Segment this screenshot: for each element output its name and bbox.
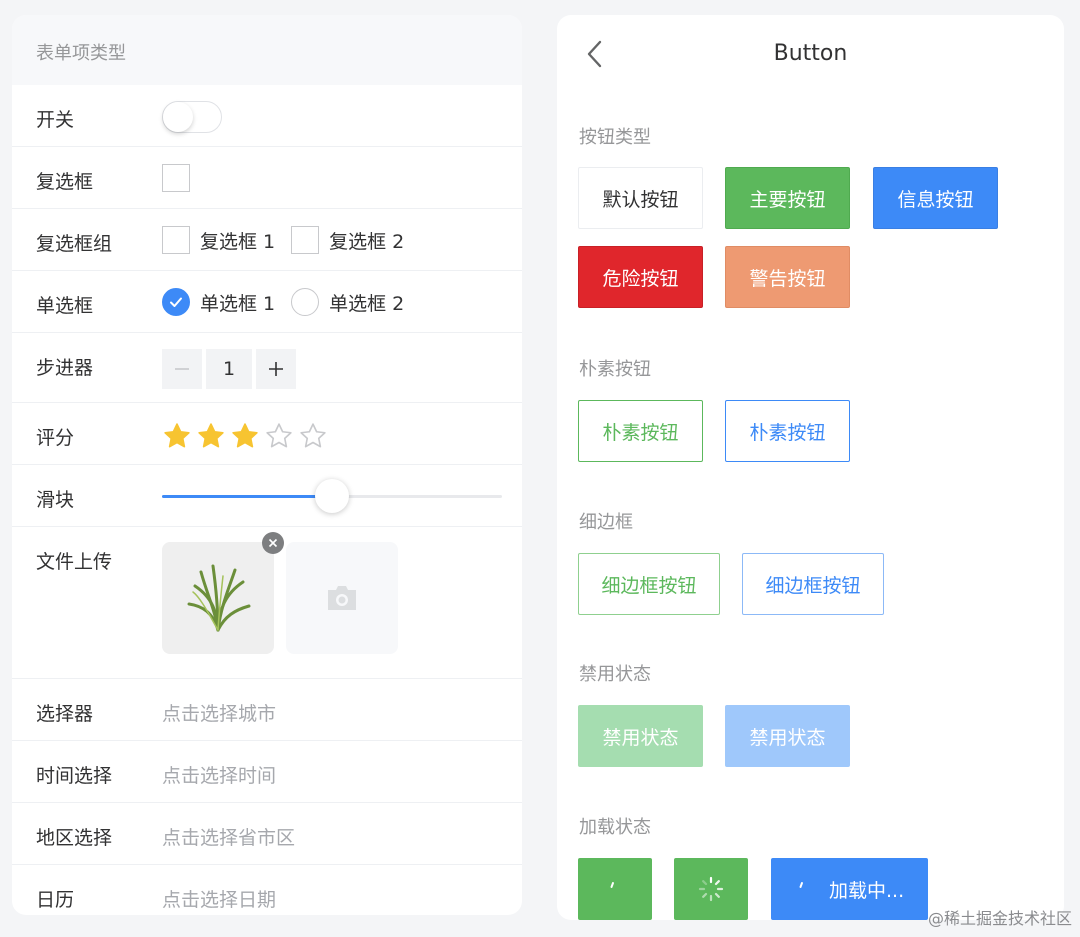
picker-row[interactable]: 选择器 点击选择城市: [12, 679, 522, 741]
radio-row: 单选框 单选框 1 单选框 2: [12, 271, 522, 333]
disabled-blue-button: 禁用状态: [725, 705, 850, 767]
loading-button-circular[interactable]: [578, 858, 652, 920]
loading-circular-icon: [610, 882, 614, 888]
delete-image-button[interactable]: [262, 532, 284, 554]
checkbox-label: 复选框: [36, 171, 94, 193]
stepper-row: 步进器 1: [12, 333, 522, 403]
calendar-field[interactable]: 点击选择日期: [162, 885, 276, 912]
plant-image: [187, 564, 251, 632]
area-picker-row[interactable]: 地区选择 点击选择省市区: [12, 803, 522, 865]
nav-bar: Button: [557, 15, 1064, 95]
checkbox-group-item-2[interactable]: 复选框 2: [291, 226, 404, 254]
checkbox-1[interactable]: [162, 226, 190, 254]
form-panel-header: 表单项类型: [12, 15, 522, 85]
star-empty-icon[interactable]: [298, 421, 328, 451]
rate-row: 评分: [12, 403, 522, 465]
city-picker-field[interactable]: 点击选择城市: [162, 699, 276, 726]
plain-blue-button[interactable]: 朴素按钮: [725, 400, 850, 462]
loading-button-with-text[interactable]: 加载中...: [771, 858, 928, 920]
switch-label: 开关: [36, 109, 75, 131]
radio-label: 单选框: [36, 295, 94, 317]
loading-button-spinner[interactable]: [674, 858, 748, 920]
checkbox-group-item-1[interactable]: 复选框 1: [162, 226, 275, 254]
star-empty-icon[interactable]: [264, 421, 294, 451]
upload-label: 文件上传: [36, 551, 113, 573]
close-icon: [268, 538, 278, 548]
star-filled-icon[interactable]: [162, 421, 192, 451]
checkbox-row: 复选框: [12, 147, 522, 209]
area-picker-field[interactable]: 点击选择省市区: [162, 823, 295, 850]
area-picker-label: 地区选择: [36, 827, 113, 849]
checkbox-group-row: 复选框组 复选框 1 复选框 2: [12, 209, 522, 271]
disabled-green-button: 禁用状态: [578, 705, 703, 767]
page-title: Button: [773, 41, 848, 66]
radio-group: 单选框 1 单选框 2: [162, 288, 420, 316]
picker-label: 选择器: [36, 703, 94, 725]
danger-button[interactable]: 危险按钮: [578, 246, 703, 308]
uploaded-image-preview[interactable]: [162, 532, 284, 654]
time-picker-row[interactable]: 时间选择 点击选择时间: [12, 741, 522, 803]
radio-2-label: 单选框 2: [329, 292, 405, 315]
checkbox-1-label: 复选框 1: [200, 230, 276, 253]
checkbox-group-label: 复选框组: [36, 233, 113, 255]
star-filled-icon[interactable]: [230, 421, 260, 451]
camera-icon: [328, 586, 356, 610]
loading-circular-icon: [799, 882, 803, 888]
loading-text: 加载中...: [829, 879, 905, 902]
slider-fill: [162, 495, 332, 498]
upload-row: 文件上传: [12, 527, 522, 679]
warning-button[interactable]: 警告按钮: [725, 246, 850, 308]
slider[interactable]: [162, 476, 502, 516]
watermark: @稀土掘金技术社区: [927, 909, 1072, 928]
time-picker-field[interactable]: 点击选择时间: [162, 761, 276, 788]
radio-item-1[interactable]: 单选框 1: [162, 288, 275, 316]
time-picker-label: 时间选择: [36, 765, 113, 787]
stepper-minus-button[interactable]: [162, 349, 202, 389]
stepper-plus-button[interactable]: [256, 349, 296, 389]
uploader: [162, 532, 398, 654]
stepper-label: 步进器: [36, 357, 94, 379]
stepper-value[interactable]: 1: [206, 349, 252, 389]
checkbox-2-label: 复选框 2: [329, 230, 405, 253]
default-button[interactable]: 默认按钮: [578, 167, 703, 229]
hairline-blue-button[interactable]: 细边框按钮: [742, 553, 884, 615]
radio-2[interactable]: [291, 288, 320, 316]
rate-label: 评分: [36, 427, 75, 449]
switch-knob: [163, 102, 193, 132]
checkbox-group: 复选框 1 复选框 2: [162, 226, 420, 254]
calendar-row[interactable]: 日历 点击选择日期: [12, 865, 522, 915]
loading-spinner-icon: [698, 876, 724, 902]
section-hairline: 细边框: [579, 512, 633, 533]
radio-item-2[interactable]: 单选框 2: [291, 288, 404, 316]
switch-toggle[interactable]: [162, 101, 222, 133]
upload-button[interactable]: [286, 542, 398, 654]
plus-icon: [269, 362, 283, 376]
check-icon: [170, 297, 182, 307]
calendar-label: 日历: [36, 889, 75, 911]
radio-1-checked[interactable]: [162, 288, 190, 316]
slider-row: 滑块: [12, 465, 522, 527]
plain-green-button[interactable]: 朴素按钮: [578, 400, 703, 462]
section-button-types: 按钮类型: [579, 127, 651, 148]
section-loading: 加载状态: [579, 817, 651, 838]
checkbox-2[interactable]: [291, 226, 320, 254]
minus-icon: [175, 368, 189, 370]
button-demo-panel: Button 按钮类型 默认按钮 主要按钮 信息按钮 危险按钮 警告按钮 朴素按…: [557, 15, 1064, 920]
switch-row: 开关: [12, 85, 522, 147]
checkbox[interactable]: [162, 164, 190, 192]
star-filled-icon[interactable]: [196, 421, 226, 451]
form-panel: 表单项类型 开关 复选框 复选框组 复选框 1 复选框 2 单选框 单选框 1 …: [12, 15, 522, 915]
slider-label: 滑块: [36, 489, 75, 511]
radio-1-label: 单选框 1: [200, 292, 276, 315]
primary-button[interactable]: 主要按钮: [725, 167, 850, 229]
rate-stars: [162, 421, 328, 451]
slider-thumb[interactable]: [315, 479, 349, 513]
hairline-green-button[interactable]: 细边框按钮: [578, 553, 720, 615]
quantity-stepper: 1: [162, 349, 296, 389]
section-disabled: 禁用状态: [579, 664, 651, 685]
section-plain: 朴素按钮: [579, 359, 651, 380]
info-button[interactable]: 信息按钮: [873, 167, 998, 229]
